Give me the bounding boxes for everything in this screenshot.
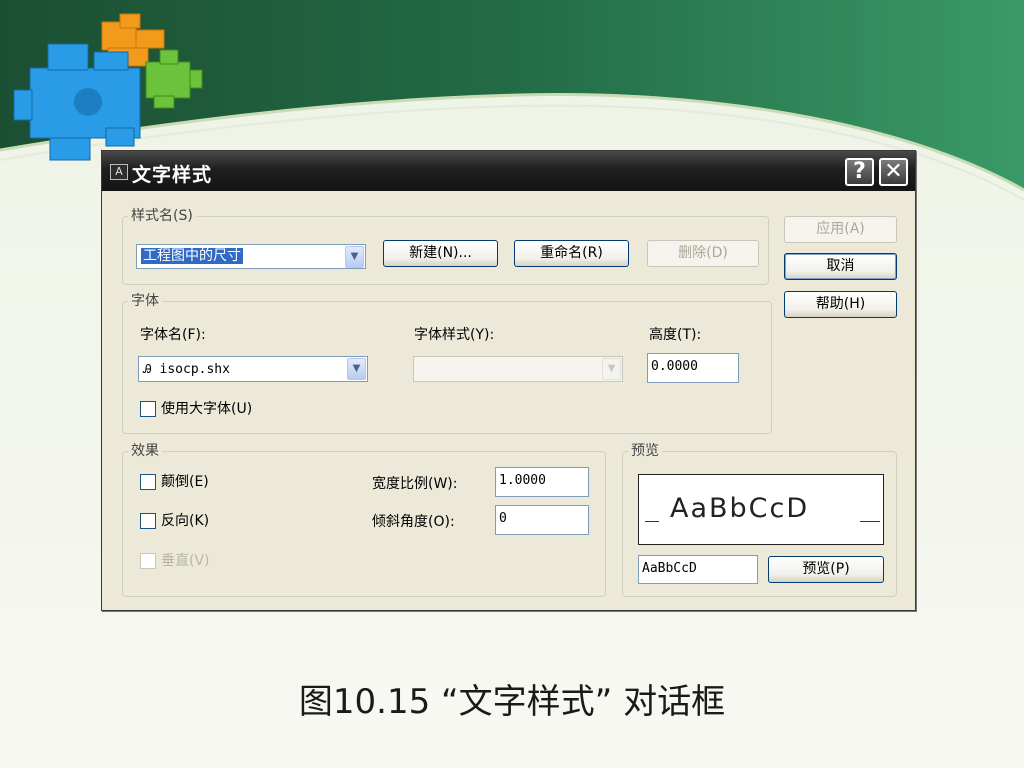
- oblique-angle-label: 倾斜角度(O):: [372, 514, 455, 530]
- preview-text-input[interactable]: AaBbCcD: [638, 555, 758, 584]
- oblique-angle-input[interactable]: 0: [495, 505, 589, 535]
- upside-down-check-square[interactable]: [140, 474, 156, 490]
- shx-font-icon: Ꭿ: [143, 362, 152, 376]
- backwards-check-square[interactable]: [140, 513, 156, 529]
- font-name-value: isocp.shx: [159, 362, 230, 377]
- height-label: 高度(T):: [649, 327, 702, 343]
- chevron-down-icon[interactable]: ▼: [347, 358, 366, 380]
- dialog-title: 文字样式: [132, 164, 213, 186]
- preview-baseline-right: [860, 521, 880, 522]
- apply-button[interactable]: 应用(A): [784, 216, 897, 243]
- use-bigfont-label: 使用大字体(U): [161, 401, 253, 417]
- width-factor-input[interactable]: 1.0000: [495, 467, 589, 497]
- text-style-icon: A: [110, 164, 128, 180]
- dialog-titlebar[interactable]: A 文字样式 ? ✕: [102, 151, 915, 191]
- help-icon[interactable]: ?: [845, 158, 874, 186]
- use-bigfont-checkbox[interactable]: 使用大字体(U): [140, 400, 252, 418]
- rename-style-button[interactable]: 重命名(R): [514, 240, 629, 267]
- upside-down-label: 颠倒(E): [161, 474, 209, 490]
- height-input[interactable]: 0.0000: [647, 353, 739, 383]
- new-style-button[interactable]: 新建(N)...: [383, 240, 498, 267]
- font-name-label: 字体名(F):: [140, 327, 206, 343]
- font-style-select[interactable]: ▼: [413, 356, 623, 382]
- preview-button[interactable]: 预览(P): [768, 556, 884, 583]
- use-bigfont-check-square[interactable]: [140, 401, 156, 417]
- style-name-selected: 工程图中的尺寸: [141, 248, 243, 264]
- font-style-label: 字体样式(Y):: [414, 327, 495, 343]
- delete-style-button[interactable]: 删除(D): [647, 240, 759, 267]
- preview-display: AaBbCcD: [638, 474, 884, 545]
- vertical-label: 垂直(V): [161, 553, 210, 569]
- upside-down-checkbox[interactable]: 颠倒(E): [140, 473, 209, 491]
- backwards-label: 反向(K): [161, 513, 210, 529]
- font-group-label: 字体: [128, 293, 162, 309]
- chevron-down-icon[interactable]: ▼: [345, 246, 364, 268]
- vertical-check-square[interactable]: [140, 553, 156, 569]
- cancel-button[interactable]: 取消: [784, 253, 897, 280]
- puzzle-blocks-logo-icon: [13, 13, 203, 161]
- close-icon[interactable]: ✕: [879, 158, 908, 186]
- figure-caption: 图10.15 “文字样式” 对话框: [298, 682, 726, 722]
- preview-baseline-left: [645, 521, 659, 522]
- chevron-down-icon[interactable]: ▼: [602, 358, 621, 380]
- text-style-dialog: A 文字样式 ? ✕ 样式名(S) 工程图中的尺寸 ▼ 新建(N)... 重命名…: [101, 150, 916, 611]
- backwards-checkbox[interactable]: 反向(K): [140, 512, 209, 530]
- width-factor-label: 宽度比例(W):: [372, 476, 458, 492]
- style-name-select[interactable]: 工程图中的尺寸 ▼: [136, 244, 366, 269]
- style-name-group-label: 样式名(S): [128, 208, 196, 224]
- font-name-select[interactable]: Ꭿ isocp.shx ▼: [138, 356, 368, 382]
- preview-group-label: 预览: [628, 443, 662, 459]
- vertical-checkbox[interactable]: 垂直(V): [140, 552, 210, 570]
- preview-sample-text: AaBbCcD: [670, 493, 810, 524]
- help-button[interactable]: 帮助(H): [784, 291, 897, 318]
- effects-group-label: 效果: [128, 443, 162, 459]
